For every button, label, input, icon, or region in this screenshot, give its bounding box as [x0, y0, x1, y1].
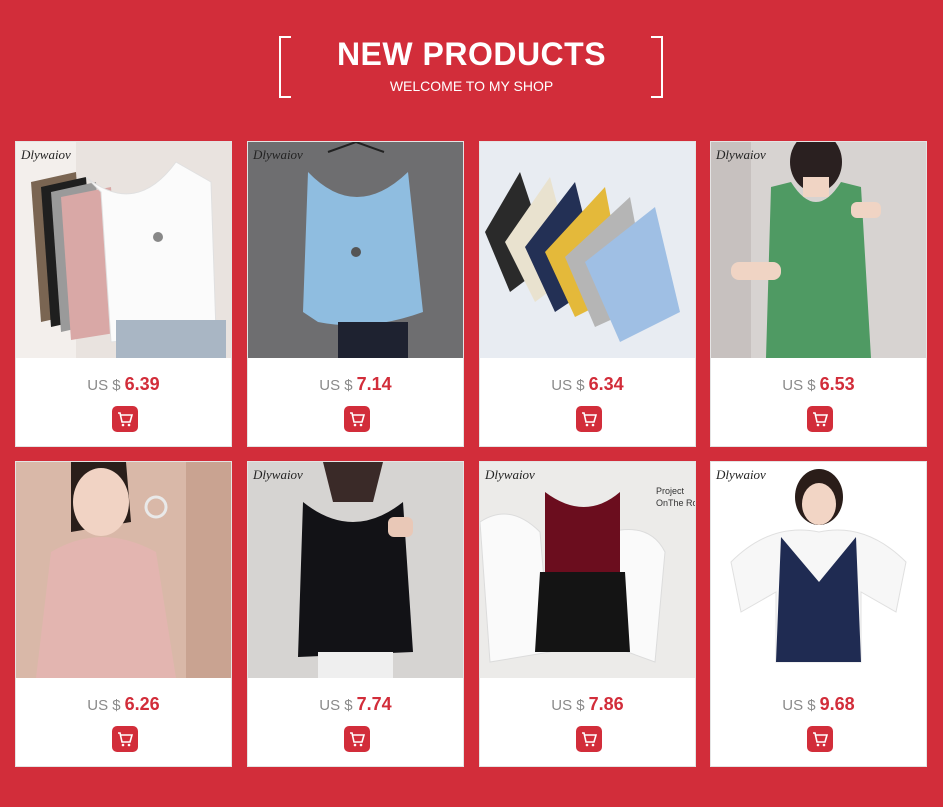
price-row: US $6.53 [711, 374, 926, 395]
price-row: US $7.74 [248, 694, 463, 715]
cart-icon [582, 732, 597, 747]
price-value: 6.26 [124, 694, 160, 714]
add-to-cart-button[interactable] [576, 406, 602, 432]
price-row: US $9.68 [711, 694, 926, 715]
brand-watermark: Dlywaiov [716, 147, 766, 162]
product-card[interactable]: Dlywaiov US $7.74 [247, 461, 464, 767]
currency-label: US $ [551, 697, 585, 714]
brand-watermark: Dlywaiov [21, 147, 71, 162]
currency-label: US $ [319, 697, 353, 714]
currency-label: US $ [87, 697, 121, 714]
product-image[interactable] [16, 462, 231, 678]
price-value: 9.68 [819, 694, 855, 714]
product-image[interactable]: Dlywaiov [16, 142, 231, 358]
product-image[interactable]: Dlywaiov [248, 142, 463, 358]
cart-icon [118, 412, 133, 427]
product-image[interactable]: Dlywaiov [711, 462, 926, 678]
product-image[interactable]: Project OnThe Ro Dlywaiov [480, 462, 695, 678]
product-card[interactable]: Dlywaiov US $6.39 [15, 141, 232, 447]
cart-icon [813, 412, 828, 427]
currency-label: US $ [782, 697, 816, 714]
price-row: US $6.26 [16, 694, 231, 715]
product-image[interactable]: Dlywaiov [711, 142, 926, 358]
currency-label: US $ [551, 377, 585, 394]
product-image[interactable] [480, 142, 695, 358]
price-value: 7.14 [356, 374, 392, 394]
price-row: US $6.34 [480, 374, 695, 395]
shirt-print-text: Project [656, 486, 685, 496]
add-to-cart-button[interactable] [112, 726, 138, 752]
product-card[interactable]: Project OnThe Ro Dlywaiov US $7.86 [479, 461, 696, 767]
price-value: 7.74 [356, 694, 392, 714]
add-to-cart-button[interactable] [344, 406, 370, 432]
add-to-cart-button[interactable] [112, 406, 138, 432]
cart-icon [582, 412, 597, 427]
product-card[interactable]: US $6.26 [15, 461, 232, 767]
brand-watermark: Dlywaiov [253, 467, 303, 482]
currency-label: US $ [782, 377, 816, 394]
product-card[interactable]: Dlywaiov US $9.68 [710, 461, 927, 767]
cart-icon [350, 732, 365, 747]
price-value: 6.53 [819, 374, 855, 394]
currency-label: US $ [87, 377, 121, 394]
price-row: US $7.14 [248, 374, 463, 395]
add-to-cart-button[interactable] [807, 406, 833, 432]
price-row: US $7.86 [480, 694, 695, 715]
add-to-cart-button[interactable] [344, 726, 370, 752]
currency-label: US $ [319, 377, 353, 394]
section-subtitle: WELCOME TO MY SHOP [389, 78, 554, 94]
section-title: NEW PRODUCTS [336, 36, 607, 72]
brand-watermark: Dlywaiov [253, 147, 303, 162]
add-to-cart-button[interactable] [807, 726, 833, 752]
product-card[interactable]: Dlywaiov US $7.14 [247, 141, 464, 447]
brand-watermark: Dlywaiov [716, 467, 766, 482]
product-card[interactable]: Dlywaiov US $6.53 [710, 141, 927, 447]
svg-text:OnThe Ro: OnThe Ro [656, 498, 695, 508]
cart-icon [118, 732, 133, 747]
price-value: 7.86 [588, 694, 624, 714]
price-row: US $6.39 [16, 374, 231, 395]
cart-icon [350, 412, 365, 427]
section-header: NEW PRODUCTS WELCOME TO MY SHOP [0, 0, 943, 120]
brand-watermark: Dlywaiov [485, 467, 535, 482]
cart-icon [813, 732, 828, 747]
add-to-cart-button[interactable] [576, 726, 602, 752]
product-card[interactable]: US $6.34 [479, 141, 696, 447]
product-image[interactable]: Dlywaiov [248, 462, 463, 678]
price-value: 6.34 [588, 374, 624, 394]
price-value: 6.39 [124, 374, 160, 394]
